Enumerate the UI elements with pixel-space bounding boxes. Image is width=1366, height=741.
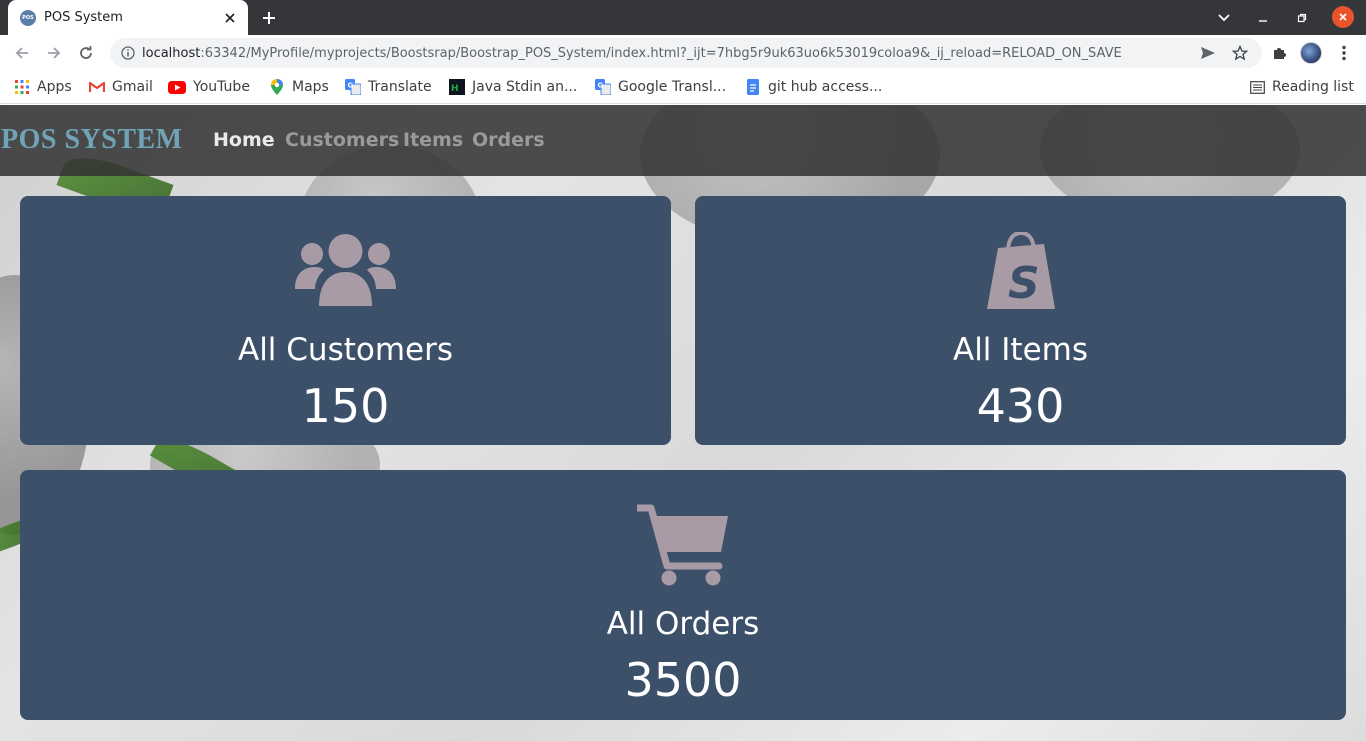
tab-search-chevron-down-icon[interactable] [1211,5,1237,31]
site-info-icon[interactable] [120,45,136,61]
bookmarks-bar: Apps Gmail YouTube Maps G Translate H Ja… [0,71,1366,104]
svg-text:S: S [1008,258,1040,309]
app-brand[interactable]: POS SYSTEM [1,124,183,156]
forward-arrow-icon[interactable] [41,40,67,66]
app-navbar: POS SYSTEM Home Customers Items Orders [0,105,1366,176]
bookmark-google-translate[interactable]: G Google Transl... [595,76,726,98]
tab-title: POS System [44,10,123,25]
reload-icon[interactable] [73,40,99,66]
send-arrow-icon[interactable] [1195,40,1221,66]
bookmark-star-icon[interactable] [1227,40,1253,66]
bookmark-github-access[interactable]: git hub access... [745,76,882,98]
items-count: 430 [976,379,1065,433]
orders-card[interactable]: All Orders 3500 [20,470,1346,720]
reading-list-icon [1249,79,1265,95]
translate-icon: G [595,79,611,95]
nav-orders[interactable]: Orders [472,129,545,151]
youtube-icon [168,79,186,95]
svg-text:G: G [598,82,604,90]
shopping-cart-icon [633,504,729,591]
svg-text:G: G [348,82,354,90]
svg-text:H: H [451,84,459,94]
customers-card-title: All Customers [237,332,454,368]
extensions-puzzle-icon[interactable] [1266,40,1292,66]
customers-card[interactable]: All Customers 150 [20,196,671,445]
browser-toolbar: localhost:63342/MyProfile/myprojects/Boo… [0,35,1366,71]
browser-tab[interactable]: POS POS System [8,0,248,35]
close-tab-icon[interactable] [218,6,242,30]
minimize-icon[interactable] [1250,5,1276,31]
orders-count: 3500 [624,653,742,707]
items-card[interactable]: S All Items 430 [695,196,1346,445]
bookmark-translate[interactable]: G Translate [345,76,432,98]
nav-items[interactable]: Items [403,129,463,151]
bookmark-maps[interactable]: Maps [269,76,329,98]
back-arrow-icon[interactable] [9,40,35,66]
translate-icon: G [345,79,361,95]
nav-customers[interactable]: Customers [285,129,399,151]
customers-count: 150 [301,379,390,433]
new-tab-plus-icon[interactable] [256,5,282,31]
bookmark-youtube[interactable]: YouTube [168,76,250,98]
page-viewport: POS SYSTEM Home Customers Items Orders A… [0,105,1366,741]
kebab-menu-icon[interactable] [1331,40,1357,66]
url-text: localhost:63342/MyProfile/myprojects/Boo… [142,45,1122,61]
docs-icon [745,79,761,95]
hackerrank-icon: H [449,79,465,95]
profile-avatar[interactable] [1298,40,1324,66]
orders-card-title: All Orders [606,606,760,642]
nav-home[interactable]: Home [213,129,275,151]
bookmark-apps[interactable]: Apps [14,76,72,98]
restore-icon[interactable] [1289,5,1315,31]
items-card-title: All Items [952,332,1088,368]
address-bar[interactable]: localhost:63342/MyProfile/myprojects/Boo… [110,38,1262,68]
maps-icon [269,79,285,95]
browser-tab-strip: POS POS System [0,0,1366,35]
reading-list-button[interactable]: Reading list [1249,76,1354,98]
users-icon [295,234,396,311]
window-close-icon[interactable] [1332,6,1354,28]
bookmark-java-stdin[interactable]: H Java Stdin an... [449,76,577,98]
bookmark-gmail[interactable]: Gmail [89,76,153,98]
gmail-icon [89,79,105,95]
pos-favicon-icon: POS [20,9,36,26]
shopping-bag-icon: S [986,230,1056,315]
apps-grid-icon [14,79,30,95]
